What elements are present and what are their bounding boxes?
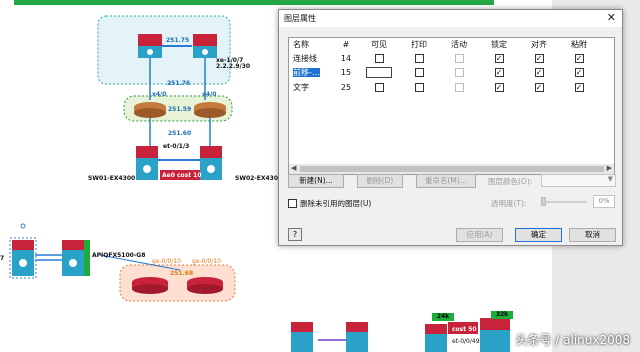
router-icon [132,277,168,294]
glue-checkbox[interactable]: ✓ [574,53,584,63]
lock-checkbox[interactable]: ✓ [494,82,504,92]
lock-checkbox[interactable]: ✓ [494,53,504,63]
layer-name[interactable]: 连接线 [289,51,333,66]
active-checkbox[interactable] [454,53,464,63]
column-header[interactable]: 对齐 [519,38,559,51]
layer-name[interactable]: 文字 [289,80,333,95]
ip-label: 251.75 [166,37,190,44]
print-checkbox[interactable] [414,82,424,92]
column-header[interactable]: 粘附 [559,38,599,51]
bandwidth-tag: 24k [432,313,454,321]
device-label: SW01-EX4300 [88,175,136,182]
switch-icon [193,34,217,58]
layer-properties-dialog: 图层属性 ✕ 名称 # 可见 打印 活动 锁定 对齐 粘附 连接线 14 ✓ ✓ [278,9,623,246]
switch-icon [138,34,162,58]
layer-row[interactable]: 连接线 14 ✓ ✓ ✓ [289,51,599,66]
horizontal-scrollbar[interactable]: ◀ ▶ [289,164,614,174]
lock-checkbox[interactable]: ✓ [494,68,504,78]
layer-row[interactable]: 前移-… 15 ✓ ✓ ✓ [289,66,599,81]
layer-list[interactable]: 名称 # 可见 打印 活动 锁定 对齐 粘附 连接线 14 ✓ ✓ ✓ 前移-… [288,37,615,175]
active-checkbox[interactable] [454,82,464,92]
link-label: cost 50 [452,326,477,333]
glue-checkbox[interactable]: ✓ [574,68,584,78]
apply-button[interactable]: 应用(A) [456,228,503,242]
column-header[interactable]: # [333,38,359,51]
slider-knob[interactable] [541,197,546,206]
iface-label: et-0/0/49 [452,338,480,345]
print-checkbox[interactable] [414,68,424,78]
remove-unreferenced-label: 删除未引用的图层(U) [300,199,372,208]
active-checkbox[interactable] [454,68,464,78]
visible-checkbox[interactable] [374,82,384,92]
column-header[interactable]: 活动 [439,38,479,51]
layer-name[interactable]: 前移-… [293,68,320,78]
iface-label: ge-0/0/10 [152,258,181,265]
layer-number: 15 [340,68,352,78]
router-icon [187,277,223,294]
layer-color-select[interactable]: ▼ [541,174,616,187]
switch-icon [136,146,158,180]
link-label: Ae0 cost 10 [162,172,202,179]
transparency-slider[interactable] [541,197,587,206]
switch-icon [346,322,368,352]
layer-color-label: 图层颜色(O): [488,177,533,186]
iface-label: ge-0/0/10 [192,258,221,265]
switch-icon [62,240,84,276]
print-checkbox[interactable] [414,53,424,63]
switch-icon [425,324,447,352]
switch-icon [200,146,222,180]
chevron-down-icon: ▼ [607,175,613,183]
layer-row[interactable]: 文字 25 ✓ ✓ ✓ [289,80,599,95]
cancel-button[interactable]: 取消 [569,228,616,242]
iface-label: x4/0 [202,91,217,98]
bandwidth-tag: 32k [491,311,513,319]
iface-label: et-0/1/3 [163,143,190,150]
switch-icon [291,322,313,352]
snap-checkbox[interactable]: ✓ [534,82,544,92]
column-header[interactable]: 打印 [399,38,439,51]
layer-number: 14 [340,53,352,63]
scrollbar-thumb[interactable] [300,166,604,172]
layer-number: 25 [340,82,352,92]
remove-unreferenced-checkbox[interactable] [288,199,297,208]
device-label: SW02-EX4300 [235,175,283,182]
scroll-right-icon[interactable]: ▶ [607,164,612,172]
visible-checkbox[interactable] [374,53,384,63]
switch-icon [12,240,34,276]
help-icon[interactable]: ? [288,228,302,241]
device-label: 7 [0,255,5,262]
snap-checkbox[interactable]: ✓ [534,68,544,78]
close-icon[interactable]: ✕ [607,11,616,24]
glue-checkbox[interactable]: ✓ [574,82,584,92]
watermark: 头条号 / alinux2008 [515,333,630,347]
switch-icon [480,318,510,352]
ip-label: 251.60 [168,130,192,137]
ip-label: 251.59 [168,106,192,113]
dialog-title: 图层属性 [284,14,316,23]
transparency-value[interactable]: 0% [593,195,615,208]
router-icon [194,102,226,118]
scroll-left-icon[interactable]: ◀ [291,164,296,172]
rename-layer-button[interactable]: 重命名(M)... [416,174,476,188]
column-header[interactable]: 可见 [359,38,399,51]
column-header[interactable]: 锁定 [479,38,519,51]
ip-label: 251.76 [167,80,191,87]
ok-button[interactable]: 确定 [515,228,562,242]
visible-checkbox-focused[interactable] [366,67,392,79]
ip-label: 251.68 [170,270,194,277]
layer-list-header: 名称 # 可见 打印 活动 锁定 对齐 粘附 [289,38,599,51]
device-label: APIQFX5100-G8 [92,252,146,259]
new-layer-button[interactable]: 新建(N)... [288,174,344,188]
column-header[interactable]: 名称 [289,38,333,51]
ip-label: 2.2.2.9/30 [216,63,251,70]
router-icon [134,102,166,118]
dialog-titlebar: 图层属性 ✕ [279,10,622,27]
snap-checkbox[interactable]: ✓ [534,53,544,63]
delete-layer-button[interactable]: 删除(D) [357,174,403,188]
iface-label: x4/0 [152,91,167,98]
transparency-label: 透明度(T): [491,199,527,208]
